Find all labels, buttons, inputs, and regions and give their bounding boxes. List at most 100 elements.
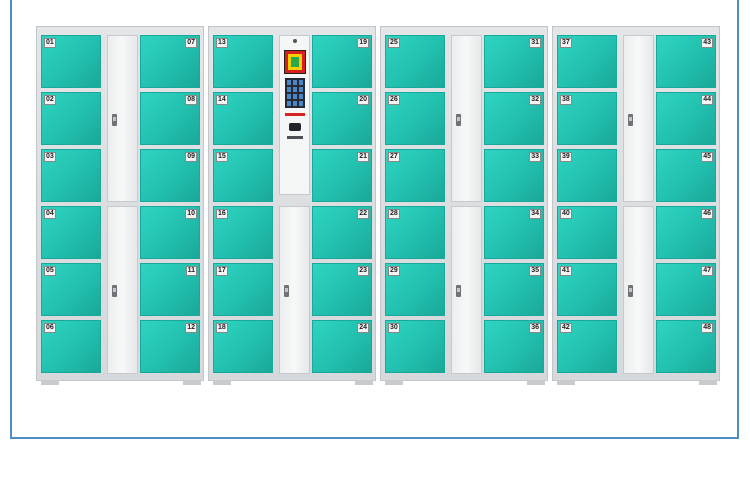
door-handle-icon[interactable] [456, 114, 461, 126]
center-storage-door[interactable] [107, 35, 138, 202]
center-storage-door[interactable] [623, 206, 654, 374]
door-handle-icon[interactable] [112, 285, 117, 297]
keypad-key[interactable] [299, 101, 303, 106]
locker-door[interactable]: 41 [557, 263, 617, 316]
locker-door[interactable]: 31 [484, 35, 544, 88]
locker-door[interactable]: 40 [557, 206, 617, 259]
locker-number: 29 [388, 266, 400, 276]
locker-door[interactable]: 18 [213, 320, 273, 373]
locker-number: 01 [44, 38, 56, 48]
locker-door[interactable]: 02 [41, 92, 101, 145]
locker-number: 31 [529, 38, 541, 48]
locker-door[interactable]: 22 [312, 206, 372, 259]
locker-door[interactable]: 20 [312, 92, 372, 145]
locker-door[interactable]: 36 [484, 320, 544, 373]
locker-number: 25 [388, 38, 400, 48]
locker-door[interactable]: 14 [213, 92, 273, 145]
locker-door[interactable]: 45 [656, 149, 716, 202]
door-handle-icon[interactable] [112, 114, 117, 126]
cabinet-foot [385, 380, 403, 385]
keypad-key[interactable] [299, 94, 303, 99]
locker-number: 42 [560, 323, 572, 333]
locker-door[interactable]: 37 [557, 35, 617, 88]
keypad-key[interactable] [299, 87, 303, 92]
locker-door[interactable]: 34 [484, 206, 544, 259]
center-storage-door[interactable] [451, 35, 482, 202]
keypad-key[interactable] [293, 94, 297, 99]
locker-number: 21 [357, 152, 369, 162]
locker-door[interactable]: 04 [41, 206, 101, 259]
control-terminal-icon[interactable] [279, 35, 310, 195]
door-handle-icon[interactable] [628, 114, 633, 126]
keypad[interactable] [285, 78, 305, 108]
locker-door[interactable]: 39 [557, 149, 617, 202]
locker-door[interactable]: 09 [140, 149, 200, 202]
locker-door[interactable]: 05 [41, 263, 101, 316]
locker-door[interactable]: 30 [385, 320, 445, 373]
locker-door[interactable]: 13 [213, 35, 273, 88]
locker-door[interactable]: 27 [385, 149, 445, 202]
locker-door[interactable]: 07 [140, 35, 200, 88]
center-storage-door[interactable] [623, 35, 654, 202]
door-handle-icon[interactable] [456, 285, 461, 297]
cabinet-foot [527, 380, 545, 385]
locker-door[interactable]: 48 [656, 320, 716, 373]
locker-door[interactable]: 33 [484, 149, 544, 202]
locker-door[interactable]: 32 [484, 92, 544, 145]
locker-door[interactable]: 46 [656, 206, 716, 259]
keypad-key[interactable] [293, 101, 297, 106]
keypad-key[interactable] [287, 101, 291, 106]
locker-door[interactable]: 23 [312, 263, 372, 316]
locker-door[interactable]: 03 [41, 149, 101, 202]
keypad-key[interactable] [287, 94, 291, 99]
locker-door[interactable]: 25 [385, 35, 445, 88]
locker-number: 03 [44, 152, 56, 162]
locker-door[interactable]: 15 [213, 149, 273, 202]
locker-door[interactable]: 17 [213, 263, 273, 316]
touch-screen[interactable] [284, 50, 306, 74]
locker-door[interactable]: 29 [385, 263, 445, 316]
locker-number: 17 [216, 266, 228, 276]
locker-door[interactable]: 12 [140, 320, 200, 373]
locker-door[interactable]: 06 [41, 320, 101, 373]
locker-door[interactable]: 28 [385, 206, 445, 259]
locker-door[interactable]: 16 [213, 206, 273, 259]
keypad-key[interactable] [287, 87, 291, 92]
locker-number: 26 [388, 95, 400, 105]
locker-door[interactable]: 35 [484, 263, 544, 316]
center-storage-door[interactable] [279, 206, 310, 374]
center-storage-door[interactable] [107, 206, 138, 374]
door-handle-icon[interactable] [284, 285, 289, 297]
locker-number: 47 [701, 266, 713, 276]
locker-number: 24 [357, 323, 369, 333]
locker-door[interactable]: 42 [557, 320, 617, 373]
locker-door[interactable]: 26 [385, 92, 445, 145]
locker-door[interactable]: 10 [140, 206, 200, 259]
locker-door[interactable]: 19 [312, 35, 372, 88]
keypad-key[interactable] [287, 80, 291, 85]
locker-door[interactable]: 24 [312, 320, 372, 373]
locker-door[interactable]: 08 [140, 92, 200, 145]
locker-number: 18 [216, 323, 228, 333]
locker-number: 14 [216, 95, 228, 105]
locker-door[interactable]: 47 [656, 263, 716, 316]
locker-door[interactable]: 38 [557, 92, 617, 145]
locker-door[interactable]: 43 [656, 35, 716, 88]
cabinet-foot [699, 380, 717, 385]
locker-number: 33 [529, 152, 541, 162]
center-storage-door[interactable] [451, 206, 482, 374]
locker-door[interactable]: 01 [41, 35, 101, 88]
keypad-key[interactable] [293, 80, 297, 85]
keypad-key[interactable] [293, 87, 297, 92]
locker-door[interactable]: 11 [140, 263, 200, 316]
locker-door[interactable]: 44 [656, 92, 716, 145]
locker-number: 07 [185, 38, 197, 48]
locker-door[interactable]: 21 [312, 149, 372, 202]
keypad-key[interactable] [299, 80, 303, 85]
locker-cabinet-2: 13 14 15 16 17 18 19 20 21 22 23 24 [208, 26, 376, 385]
locker-number: 27 [388, 152, 400, 162]
locker-number: 13 [216, 38, 228, 48]
door-handle-icon[interactable] [628, 285, 633, 297]
locker-number: 20 [357, 95, 369, 105]
ticket-slot [287, 136, 303, 139]
